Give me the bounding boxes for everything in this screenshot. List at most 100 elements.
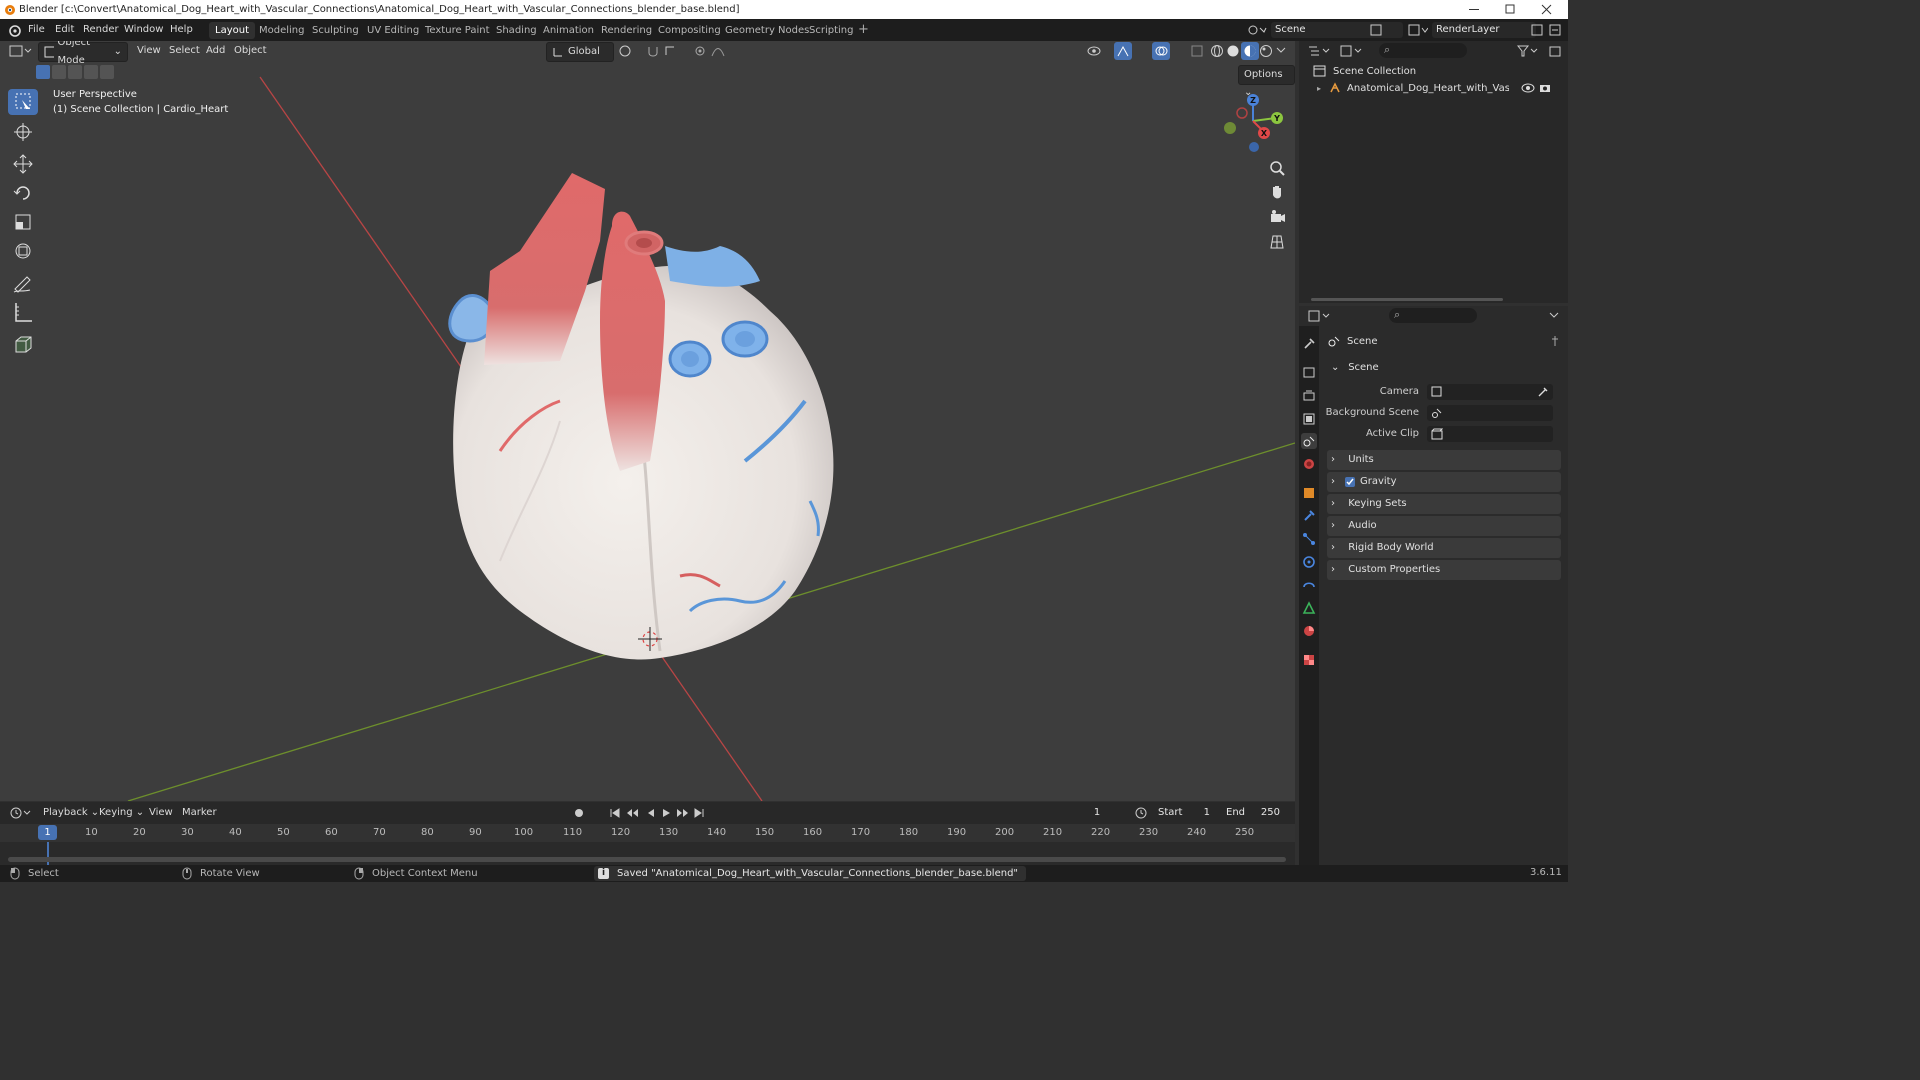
panel-rigid-body-world[interactable]: › Rigid Body World	[1327, 538, 1561, 558]
outliner-row-scene-collection[interactable]: Scene Collection	[1313, 63, 1563, 79]
texture-tab-icon[interactable]	[1301, 652, 1317, 668]
select-extend-icon[interactable]	[52, 65, 66, 79]
workspace-tab-layout[interactable]: Layout	[209, 22, 255, 39]
measure-tool[interactable]	[8, 299, 38, 325]
rotate-tool[interactable]	[8, 180, 38, 206]
workspace-tab-compositing[interactable]: Compositing	[652, 22, 727, 39]
navigation-gizmo[interactable]: Z Y X	[1218, 91, 1288, 157]
timeline-frames-area[interactable]	[0, 842, 1295, 865]
modifier-tab-icon[interactable]	[1301, 508, 1317, 524]
menu-window[interactable]: Window	[124, 19, 163, 41]
timeline-ruler[interactable]: 1 10 20 30 40 50 60 70 80 90 100 110 120…	[0, 824, 1295, 842]
timeline-editor-type-icon[interactable]	[8, 805, 32, 821]
zoom-icon[interactable]	[1266, 157, 1288, 179]
start-frame-field[interactable]: Start 1	[1152, 805, 1216, 821]
add-cube-tool[interactable]	[8, 332, 38, 358]
shading-options-icon[interactable]	[1276, 45, 1286, 55]
eye-icon[interactable]	[1521, 82, 1535, 94]
annotate-tool[interactable]	[8, 270, 38, 296]
options-dropdown[interactable]: Options ⌄	[1238, 65, 1295, 98]
camera-view-icon[interactable]	[1266, 206, 1288, 228]
play-icon[interactable]	[660, 807, 672, 819]
minimize-icon[interactable]	[1459, 0, 1489, 19]
preview-range-icon[interactable]	[1134, 806, 1148, 820]
menu-edit[interactable]: Edit	[55, 19, 74, 41]
rendered-shading-icon[interactable]	[1259, 44, 1273, 58]
pivot-icon[interactable]	[618, 44, 638, 58]
menu-help[interactable]: Help	[170, 19, 193, 41]
prev-keyframe-icon[interactable]	[626, 807, 640, 819]
xray-icon[interactable]	[1190, 44, 1204, 58]
data-tab-icon[interactable]	[1301, 600, 1317, 616]
wireframe-shading-icon[interactable]	[1210, 44, 1224, 58]
workspace-tab-geometry-nodes[interactable]: Geometry Nodes	[719, 22, 815, 39]
outliner-row-object[interactable]: ▸ Anatomical_Dog_Heart_with_Vascular_(	[1317, 80, 1567, 96]
view-layer-selector[interactable]: RenderLayer	[1432, 22, 1536, 38]
workspace-tab-texture-paint[interactable]: Texture Paint	[419, 22, 496, 39]
eyedropper-icon[interactable]	[1537, 386, 1549, 398]
add-view-layer-icon[interactable]	[1531, 24, 1543, 36]
panel-gravity[interactable]: › Gravity	[1327, 472, 1561, 492]
panel-units[interactable]: › Units	[1327, 450, 1561, 470]
material-tab-icon[interactable]	[1301, 623, 1317, 639]
select-intersect-icon[interactable]	[100, 65, 114, 79]
panel-keying-sets[interactable]: › Keying Sets	[1327, 494, 1561, 514]
jump-start-icon[interactable]	[609, 807, 621, 819]
falloff-icon[interactable]	[710, 44, 730, 58]
filter-icon[interactable]	[1517, 44, 1539, 58]
workspace-tab-modeling[interactable]: Modeling	[253, 22, 311, 39]
blender-menu-icon[interactable]	[7, 23, 21, 37]
camera-field[interactable]	[1427, 384, 1553, 400]
menu-object[interactable]: Object	[229, 42, 272, 60]
jump-end-icon[interactable]	[693, 807, 705, 819]
select-box-tool[interactable]	[8, 89, 38, 115]
next-keyframe-icon[interactable]	[675, 807, 689, 819]
display-mode-icon[interactable]	[1339, 44, 1363, 58]
cursor-tool[interactable]	[8, 119, 38, 145]
editor-type-icon[interactable]	[8, 43, 32, 59]
panel-audio[interactable]: › Audio	[1327, 516, 1561, 536]
world-tab-icon[interactable]	[1301, 456, 1317, 472]
menu-render[interactable]: Render	[83, 19, 119, 41]
menu-keying[interactable]: Keying ⌄	[94, 804, 149, 822]
snap-target-icon[interactable]	[664, 44, 686, 58]
play-reverse-icon[interactable]	[645, 807, 657, 819]
snap-icon[interactable]	[646, 44, 660, 58]
overlay-toggle-icon[interactable]	[1152, 42, 1170, 60]
select-subtract-icon[interactable]	[68, 65, 82, 79]
panel-scene[interactable]: ⌄ Scene	[1327, 358, 1561, 378]
move-tool[interactable]	[8, 151, 38, 177]
record-icon[interactable]	[573, 807, 585, 819]
outliner-scrollbar[interactable]	[1311, 298, 1503, 301]
mode-selector[interactable]: Object Mode ⌄	[38, 41, 128, 66]
close-icon[interactable]	[1532, 0, 1562, 19]
gizmo-toggle-icon[interactable]	[1114, 42, 1132, 60]
menu-timeline-view[interactable]: View	[144, 804, 178, 822]
background-scene-field[interactable]	[1427, 405, 1553, 421]
solid-shading-icon[interactable]	[1226, 44, 1240, 58]
end-frame-field[interactable]: End 250	[1220, 805, 1286, 821]
scene-selector[interactable]: Scene	[1271, 22, 1403, 38]
workspace-tab-rendering[interactable]: Rendering	[595, 22, 658, 39]
3d-viewport[interactable]: Object Mode ⌄ View Select Add Object Glo…	[0, 41, 1295, 801]
workspace-tab-shading[interactable]: Shading	[490, 22, 543, 39]
status-report[interactable]: i Saved "Anatomical_Dog_Heart_with_Vascu…	[594, 866, 1027, 881]
outliner-editor-type-icon[interactable]	[1307, 44, 1331, 58]
menu-add[interactable]: Add	[201, 42, 230, 60]
menu-file[interactable]: File	[28, 19, 45, 41]
pan-hand-icon[interactable]	[1266, 181, 1288, 203]
visibility-icon[interactable]	[1086, 44, 1108, 58]
workspace-tab-sculpting[interactable]: Sculpting	[306, 22, 365, 39]
render-tab-icon[interactable]	[1301, 364, 1317, 380]
properties-options-icon[interactable]	[1549, 310, 1559, 320]
playhead[interactable]: 1	[38, 825, 57, 840]
proportional-edit-icon[interactable]	[693, 44, 707, 58]
panel-custom-properties[interactable]: › Custom Properties	[1327, 560, 1561, 580]
workspace-tab-uv-editing[interactable]: UV Editing	[361, 22, 425, 39]
workspace-tab-scripting[interactable]: Scripting	[803, 22, 859, 39]
menu-select[interactable]: Select	[164, 42, 205, 60]
timeline-scrollbar[interactable]	[8, 857, 1286, 862]
add-workspace-icon[interactable]: +	[858, 19, 869, 41]
perspective-toggle-icon[interactable]	[1266, 231, 1288, 253]
tool-tab-icon[interactable]	[1301, 336, 1317, 352]
